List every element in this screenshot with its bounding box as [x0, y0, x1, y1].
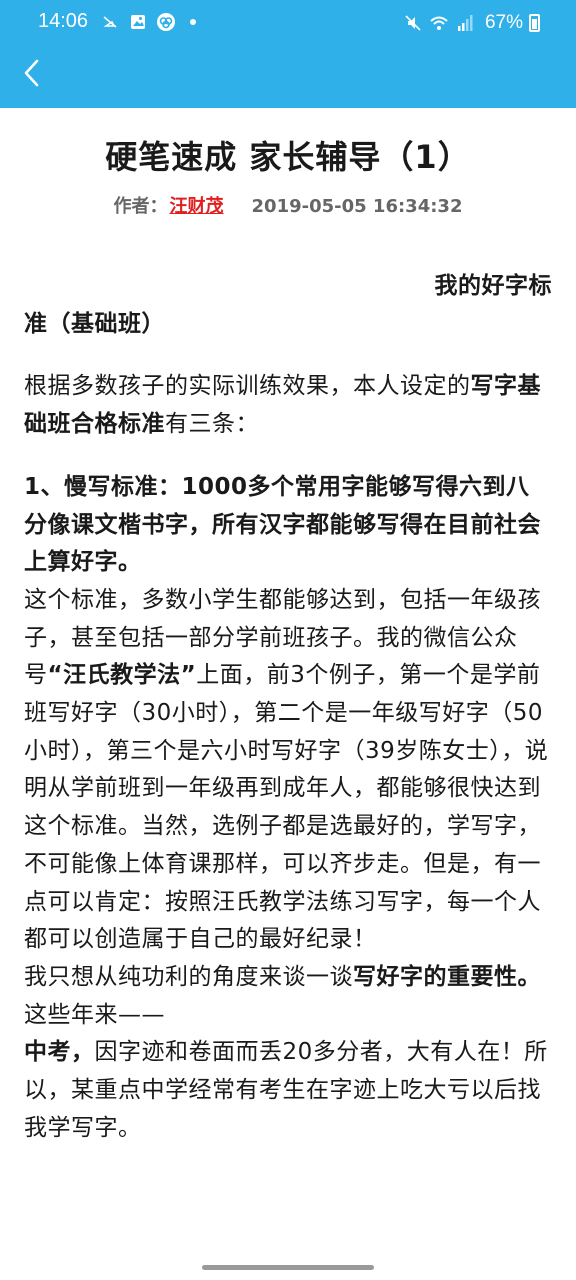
battery-percent: 67%: [484, 12, 523, 33]
article-body: 我的好字标 准（基础班） 根据多数孩子的实际训练效果，本人设定的写字基础班合格标…: [24, 268, 552, 1147]
app-icon: [156, 12, 176, 32]
paragraph-5: 中考，因字迹和卷面而丢20多分者，大有人在！所以，某重点中学经常有考生在字迹上吃…: [24, 1039, 548, 1141]
image-icon: [128, 12, 148, 32]
no-call-icon: [100, 12, 120, 32]
system-icons: 67%: [403, 12, 540, 34]
top-app-bar: 14:06 67%: [0, 0, 576, 108]
signal-icon: [455, 13, 475, 33]
article-meta: 作者： 汪财茂 2019-05-05 16:34:32: [0, 192, 576, 218]
status-time: 14:06: [38, 10, 89, 32]
status-bar: 14:06 67%: [0, 0, 576, 48]
mute-icon: [403, 13, 423, 33]
section-title-line2: 准（基础班）: [24, 310, 165, 337]
author-link[interactable]: 汪财茂: [170, 196, 224, 217]
paragraph-4-bold: 写好字的重要性。: [353, 963, 541, 990]
paragraph-3-bold: “汪氏教学法”: [47, 662, 197, 689]
section-title-line1: 我的好字标: [434, 273, 552, 299]
chevron-left-icon: [24, 59, 39, 87]
paragraph-3: 这个标准，多数小学生都能够达到，包括一年级孩子，甚至包括一部分学前班孩子。我的微…: [24, 586, 549, 953]
article-title: 硬笔速成 家长辅导（1）: [105, 138, 471, 176]
paragraph-1: 根据多数孩子的实际训练效果，本人设定的写字基础班合格标准有三条：: [24, 373, 541, 438]
notification-dot: [190, 19, 196, 25]
back-button[interactable]: [14, 54, 48, 92]
battery-icon: [529, 14, 540, 32]
paragraph-2: 1、慢写标准：1000多个常用字能够写得六到八分像课文楷书字，所有汉字都能够写得…: [24, 473, 541, 576]
paragraph-4: 我只想从纯功利的角度来谈一谈写好字的重要性。这些年来——: [24, 963, 541, 1028]
notification-icons: [100, 12, 196, 32]
wifi-icon: [429, 13, 449, 33]
home-indicator[interactable]: [202, 1265, 374, 1270]
paragraph-5-bold: 中考，: [24, 1039, 95, 1066]
publish-date: 2019-05-05 16:34:32: [251, 196, 463, 217]
author-label: 作者：: [113, 196, 168, 217]
